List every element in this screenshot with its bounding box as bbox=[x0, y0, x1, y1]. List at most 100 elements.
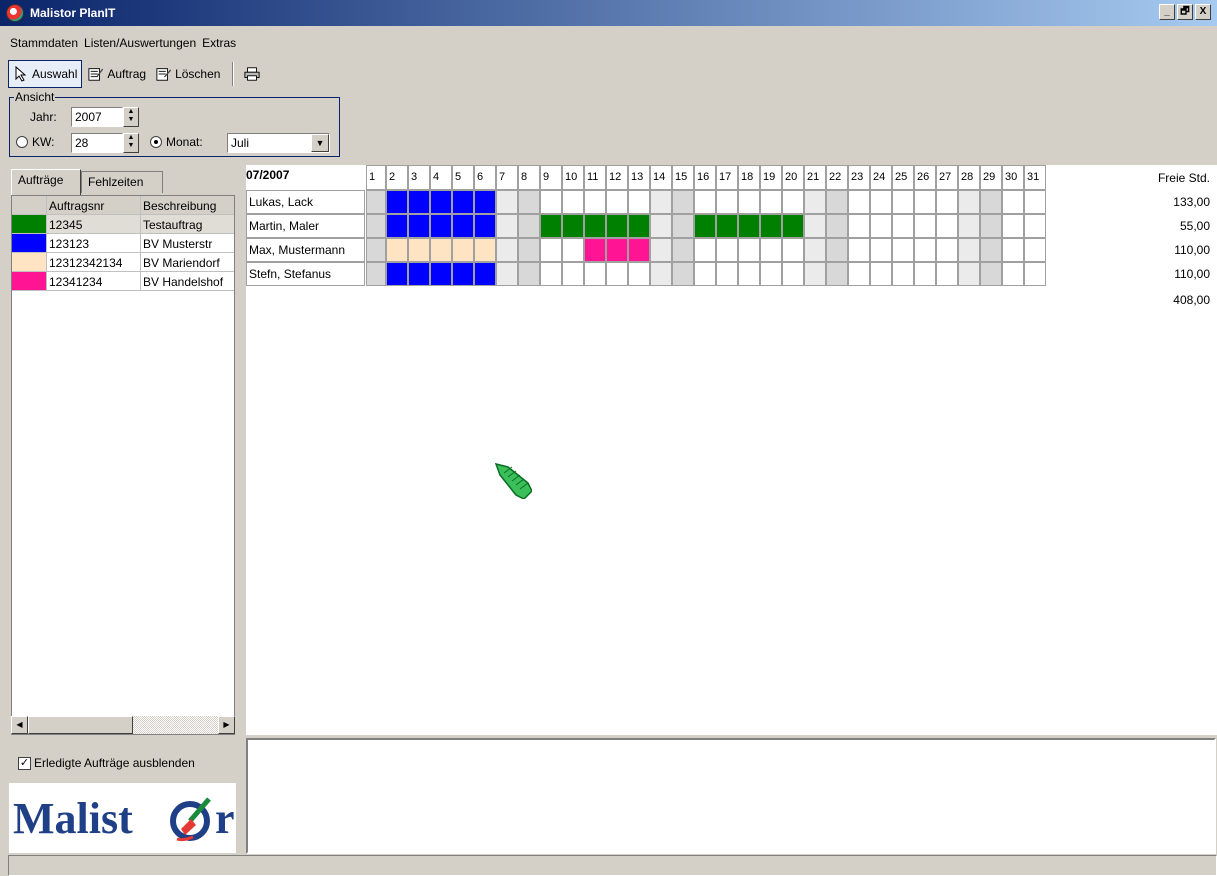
day-cell[interactable] bbox=[1024, 238, 1046, 262]
day-cell[interactable] bbox=[430, 262, 452, 286]
week-radio[interactable] bbox=[16, 136, 28, 148]
delete-button[interactable]: Löschen bbox=[152, 60, 224, 88]
day-cell[interactable] bbox=[694, 214, 716, 238]
week-field[interactable]: 28 bbox=[71, 133, 123, 153]
day-header[interactable]: 29 bbox=[980, 165, 1002, 190]
day-cell[interactable] bbox=[782, 190, 804, 214]
scroll-thumb[interactable] bbox=[28, 716, 133, 734]
menu-listen-auswertungen[interactable]: Listen/Auswertungen bbox=[84, 36, 196, 50]
day-header[interactable]: 15 bbox=[672, 165, 694, 190]
day-cell[interactable] bbox=[826, 214, 848, 238]
day-cell[interactable] bbox=[496, 238, 518, 262]
day-cell[interactable] bbox=[936, 214, 958, 238]
day-header[interactable]: 3 bbox=[408, 165, 430, 190]
day-cell[interactable] bbox=[1002, 214, 1024, 238]
day-cell[interactable] bbox=[474, 238, 496, 262]
order-row[interactable]: 12341234 BV Handelshof bbox=[12, 272, 234, 291]
day-cell[interactable] bbox=[738, 262, 760, 286]
day-header[interactable]: 16 bbox=[694, 165, 716, 190]
day-cell[interactable] bbox=[936, 238, 958, 262]
scroll-track[interactable] bbox=[133, 716, 218, 734]
day-cell[interactable] bbox=[562, 190, 584, 214]
day-cell[interactable] bbox=[496, 214, 518, 238]
day-cell[interactable] bbox=[408, 262, 430, 286]
day-cell[interactable] bbox=[496, 190, 518, 214]
day-header[interactable]: 9 bbox=[540, 165, 562, 190]
day-cell[interactable] bbox=[892, 262, 914, 286]
day-cell[interactable] bbox=[980, 262, 1002, 286]
close-button[interactable]: X bbox=[1195, 4, 1211, 20]
month-radio[interactable] bbox=[150, 136, 162, 148]
day-cell[interactable] bbox=[914, 262, 936, 286]
day-header[interactable]: 30 bbox=[1002, 165, 1024, 190]
day-cell[interactable] bbox=[848, 238, 870, 262]
day-header[interactable]: 26 bbox=[914, 165, 936, 190]
week-spinner[interactable]: ▲ ▼ bbox=[123, 133, 139, 153]
day-cell[interactable] bbox=[672, 238, 694, 262]
day-cell[interactable] bbox=[782, 214, 804, 238]
day-cell[interactable] bbox=[958, 262, 980, 286]
day-cell[interactable] bbox=[1024, 190, 1046, 214]
scroll-right-icon[interactable]: ▶ bbox=[218, 716, 235, 734]
day-cell[interactable] bbox=[760, 238, 782, 262]
day-cell[interactable] bbox=[474, 190, 496, 214]
day-cell[interactable] bbox=[628, 262, 650, 286]
day-cell[interactable] bbox=[628, 214, 650, 238]
day-header[interactable]: 23 bbox=[848, 165, 870, 190]
day-cell[interactable] bbox=[892, 214, 914, 238]
day-cell[interactable] bbox=[386, 214, 408, 238]
day-header[interactable]: 2 bbox=[386, 165, 408, 190]
day-cell[interactable] bbox=[892, 238, 914, 262]
menu-stammdaten[interactable]: Stammdaten bbox=[10, 36, 78, 50]
day-cell[interactable] bbox=[694, 190, 716, 214]
day-cell[interactable] bbox=[452, 262, 474, 286]
day-header[interactable]: 21 bbox=[804, 165, 826, 190]
day-header[interactable]: 17 bbox=[716, 165, 738, 190]
orders-horizontal-scrollbar[interactable]: ◀ ▶ bbox=[11, 716, 235, 734]
day-cell[interactable] bbox=[672, 190, 694, 214]
day-cell[interactable] bbox=[892, 190, 914, 214]
day-cell[interactable] bbox=[914, 238, 936, 262]
day-cell[interactable] bbox=[1024, 214, 1046, 238]
day-header[interactable]: 25 bbox=[892, 165, 914, 190]
day-cell[interactable] bbox=[430, 238, 452, 262]
day-header[interactable]: 13 bbox=[628, 165, 650, 190]
day-cell[interactable] bbox=[958, 190, 980, 214]
day-cell[interactable] bbox=[474, 262, 496, 286]
day-cell[interactable] bbox=[870, 190, 892, 214]
day-cell[interactable] bbox=[980, 238, 1002, 262]
day-header[interactable]: 18 bbox=[738, 165, 760, 190]
day-cell[interactable] bbox=[1002, 262, 1024, 286]
day-cell[interactable] bbox=[540, 190, 562, 214]
day-cell[interactable] bbox=[366, 238, 386, 262]
day-cell[interactable] bbox=[826, 262, 848, 286]
day-cell[interactable] bbox=[518, 190, 540, 214]
maximize-button[interactable]: 🗗 bbox=[1177, 4, 1193, 20]
day-cell[interactable] bbox=[650, 214, 672, 238]
day-cell[interactable] bbox=[716, 262, 738, 286]
day-header[interactable]: 19 bbox=[760, 165, 782, 190]
day-cell[interactable] bbox=[804, 262, 826, 286]
day-cell[interactable] bbox=[848, 214, 870, 238]
day-cell[interactable] bbox=[606, 262, 628, 286]
day-cell[interactable] bbox=[848, 262, 870, 286]
day-cell[interactable] bbox=[430, 214, 452, 238]
select-button[interactable]: Auswahl bbox=[8, 60, 83, 88]
day-cell[interactable] bbox=[386, 262, 408, 286]
day-cell[interactable] bbox=[760, 190, 782, 214]
tab-auftraege[interactable]: Aufträge bbox=[11, 169, 81, 195]
day-cell[interactable] bbox=[584, 262, 606, 286]
tab-fehlzeiten[interactable]: Fehlzeiten bbox=[81, 171, 163, 193]
day-cell[interactable] bbox=[650, 262, 672, 286]
day-header[interactable]: 20 bbox=[782, 165, 804, 190]
employee-name[interactable]: Max, Mustermann bbox=[246, 238, 365, 262]
order-nr-header[interactable]: Auftragsnr bbox=[47, 196, 141, 214]
month-dropdown-icon[interactable]: ▼ bbox=[311, 134, 329, 152]
day-cell[interactable] bbox=[694, 238, 716, 262]
employee-name[interactable]: Stefn, Stefanus bbox=[246, 262, 365, 286]
day-cell[interactable] bbox=[540, 262, 562, 286]
day-cell[interactable] bbox=[936, 262, 958, 286]
day-cell[interactable] bbox=[870, 262, 892, 286]
menu-extras[interactable]: Extras bbox=[202, 36, 236, 50]
day-cell[interactable] bbox=[848, 190, 870, 214]
